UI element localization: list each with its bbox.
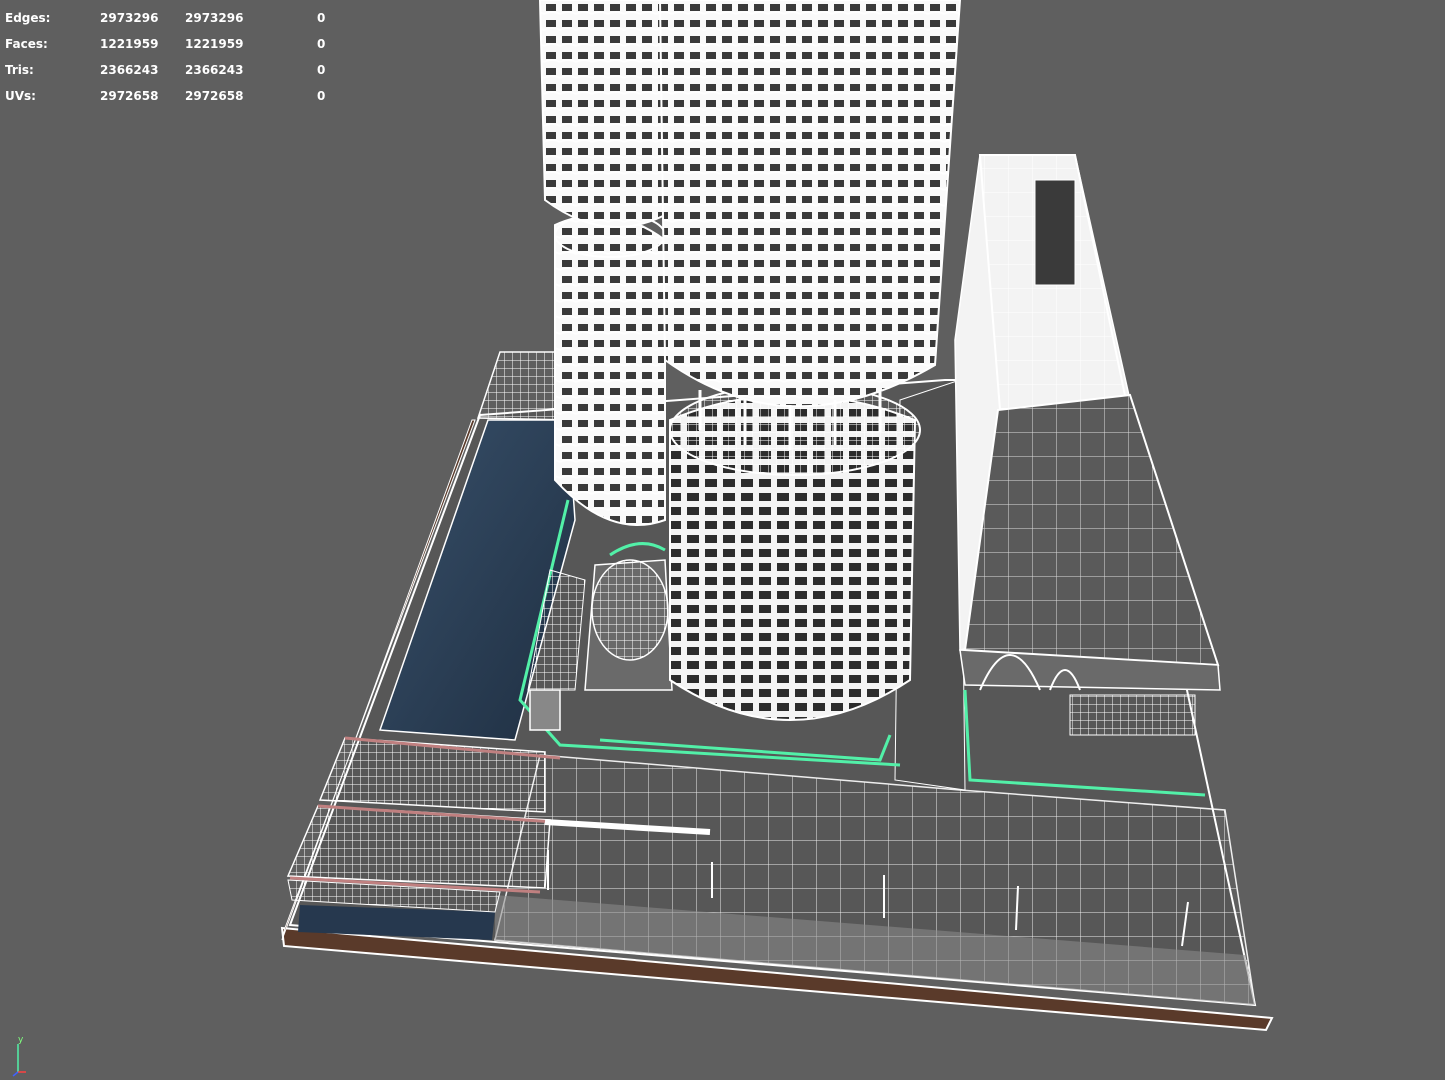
stats-row-uvs: UVs: 2972658 2972658 0 xyxy=(5,89,345,115)
3d-viewport[interactable] xyxy=(0,0,1445,1080)
stat-value: 2973296 xyxy=(100,11,159,25)
axis-y-label: y xyxy=(18,1035,24,1045)
stat-value: 2972658 xyxy=(185,89,244,103)
stats-row-faces: Faces: 1221959 1221959 0 xyxy=(5,37,345,63)
office-tower xyxy=(954,154,1221,736)
stat-label: UVs: xyxy=(5,89,36,103)
stat-label: Tris: xyxy=(5,63,34,77)
stat-value: 0 xyxy=(317,63,326,77)
stat-value: 2972658 xyxy=(100,89,159,103)
stat-value: 2366243 xyxy=(185,63,244,77)
stat-value: 0 xyxy=(317,89,326,103)
stat-label: Edges: xyxy=(5,11,51,25)
left-tower xyxy=(538,0,666,526)
stats-row-edges: Edges: 2973296 2973296 0 xyxy=(5,11,345,37)
dome-roof xyxy=(591,559,669,661)
stat-label: Faces: xyxy=(5,37,48,51)
stat-value: 0 xyxy=(317,11,326,25)
stat-value: 2973296 xyxy=(185,11,244,25)
stats-overlay: Edges: 2973296 2973296 0 Faces: 1221959 … xyxy=(5,11,345,115)
stat-value: 0 xyxy=(317,37,326,51)
stat-value: 1221959 xyxy=(185,37,244,51)
kiosk xyxy=(529,689,561,731)
stat-value: 2366243 xyxy=(100,63,159,77)
stats-row-tris: Tris: 2366243 2366243 0 xyxy=(5,63,345,89)
stat-value: 1221959 xyxy=(100,37,159,51)
